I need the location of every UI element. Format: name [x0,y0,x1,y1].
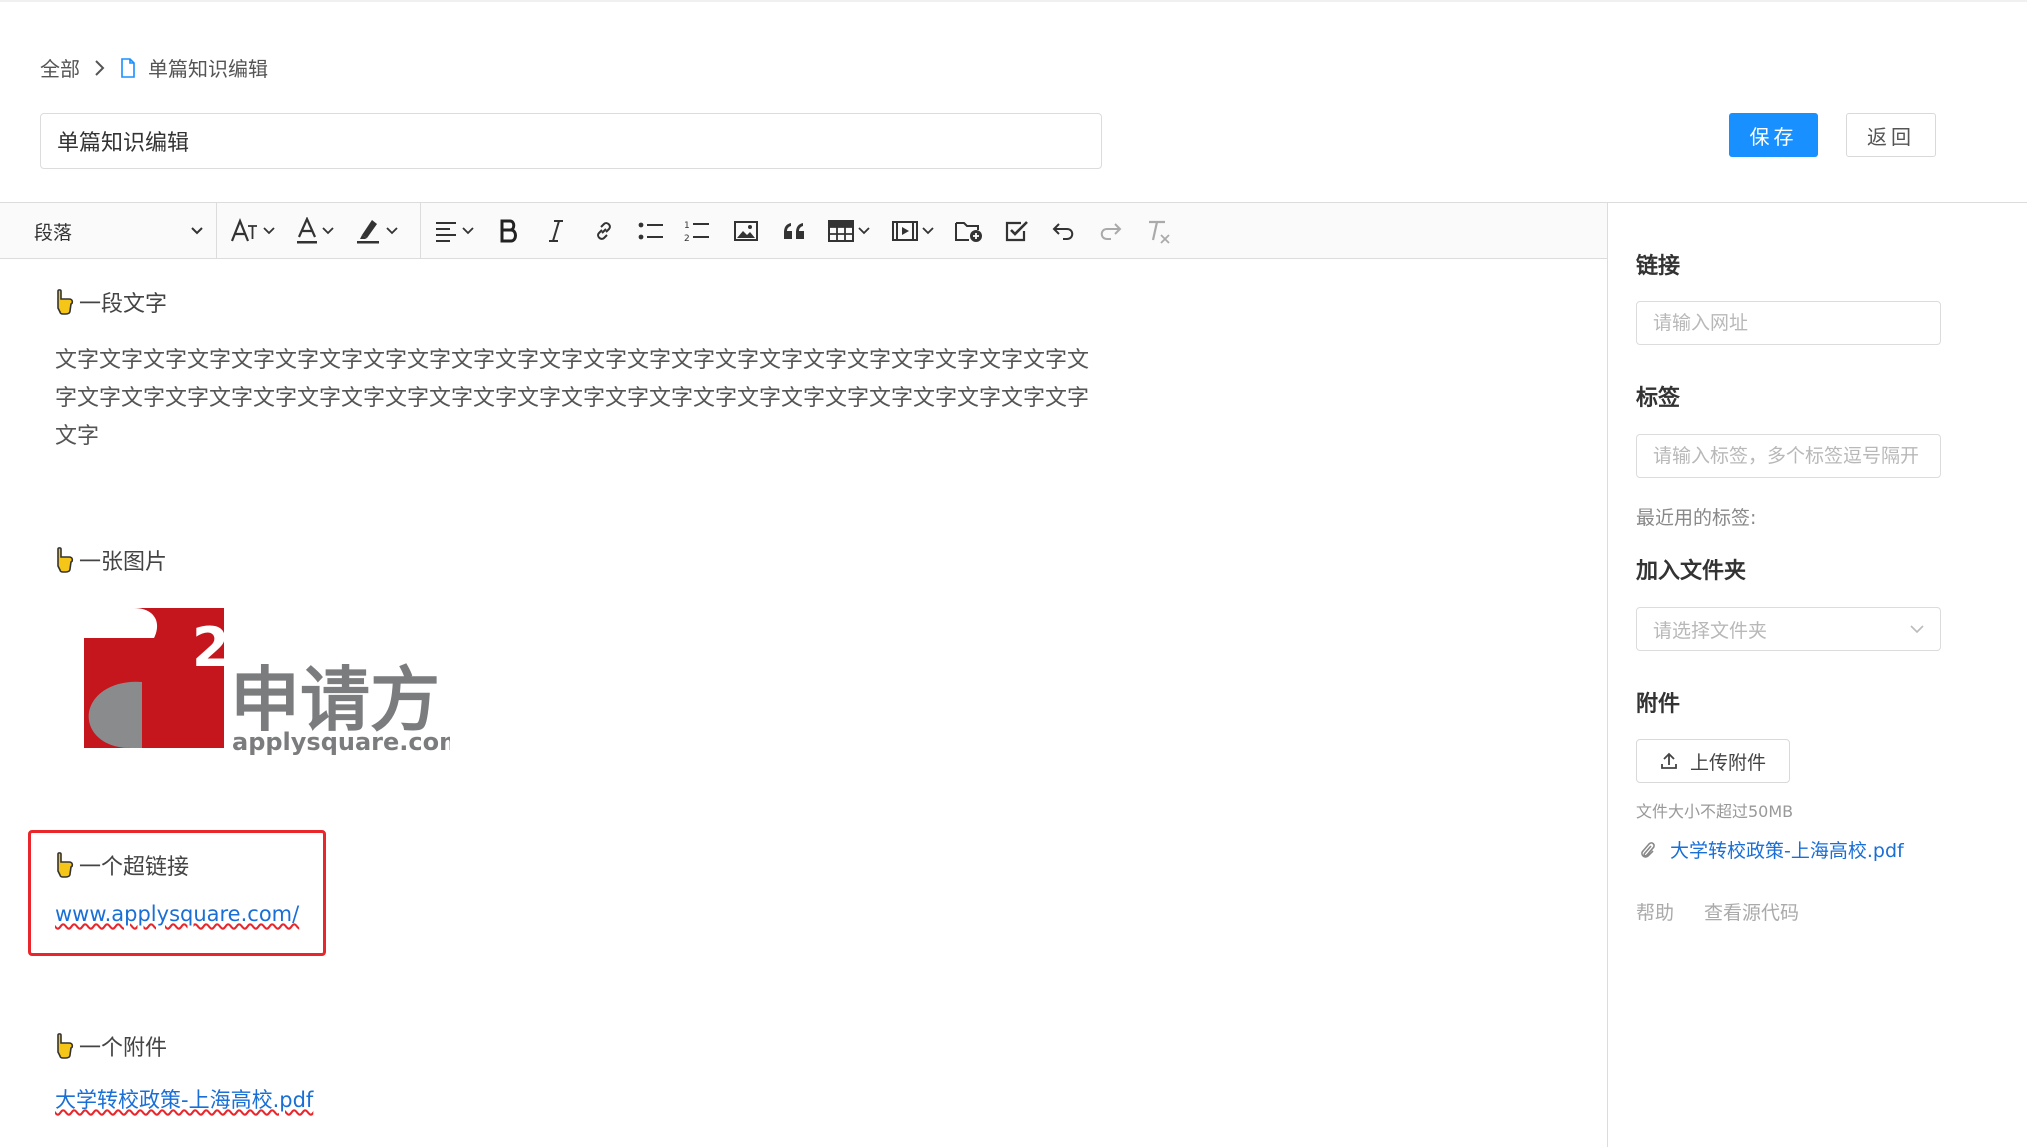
italic-icon [549,220,563,242]
attachment-label: 附件 [1636,692,1681,717]
title-input[interactable] [40,113,1102,169]
editor-content[interactable]: 一段文字 文字文字文字文字文字文字文字文字文字文字文字文字文字文字文字文字文字文… [0,258,1607,1147]
paragraph-format-label: 段落 [34,221,73,244]
paragraph-format-select[interactable]: 段落 [18,213,204,249]
chevron-right-icon [94,59,106,77]
attachment-file-name: 大学转校政策-上海高校.pdf [1670,840,1904,862]
svg-text:1: 1 [684,221,690,231]
attachment-file[interactable]: 大学转校政策-上海高校.pdf [1640,836,1904,863]
link-button[interactable] [592,215,616,247]
tags-label: 标签 [1636,386,1681,411]
upload-attachment-button[interactable]: 上传附件 [1636,739,1790,783]
numbered-list-icon: 12 [684,221,709,243]
folder-add-button[interactable] [954,215,984,247]
recent-tags-label: 最近用的标签: [1636,507,1757,529]
chevron-down-icon [922,227,934,235]
pointing-hand-icon [55,547,75,573]
highlight-button[interactable] [356,215,398,247]
svg-text:2: 2 [684,234,690,243]
checkbox-button[interactable] [1004,215,1030,247]
chevron-down-icon [322,227,334,235]
file-size-note: 文件大小不超过50MB [1636,802,1794,821]
chevron-down-icon [858,227,870,235]
chevron-down-icon [1910,624,1924,633]
section-title: 一个超链接 [79,855,190,880]
content-heading: 一段文字 [55,286,167,318]
video-button[interactable] [892,215,934,247]
bullet-list-icon [638,222,663,240]
pointing-hand-icon [55,1033,75,1059]
section-title: 一个附件 [79,1036,168,1061]
chevron-down-icon [263,227,275,235]
document-icon [120,57,136,78]
top-divider [0,0,2027,2]
redo-icon [1100,223,1122,240]
help-link[interactable]: 帮助 [1636,898,1674,925]
quote-icon [784,223,804,239]
font-size-icon [230,218,257,242]
pointing-hand-icon [55,289,75,315]
image-icon [734,221,758,241]
italic-button[interactable] [546,215,566,247]
font-color-button[interactable] [296,215,334,247]
section-title: 一张图片 [79,550,168,575]
breadcrumb-root[interactable]: 全部 [40,53,80,82]
paperclip-icon [1641,841,1655,858]
highlight-icon [357,220,379,244]
folder-select[interactable]: 请选择文件夹 [1636,607,1941,651]
bold-icon [500,219,517,243]
breadcrumb: 全部 单篇知识编辑 [40,53,268,82]
clear-format-icon [1149,220,1170,244]
view-source-link[interactable]: 查看源代码 [1704,898,1799,925]
content-heading: 一个附件 [55,1030,167,1062]
hyperlink[interactable]: www.applysquare.com/ [55,902,299,926]
content-heading: 一张图片 [55,544,167,576]
table-button[interactable] [828,215,870,247]
folder-select-placeholder: 请选择文件夹 [1653,619,1768,642]
quote-button[interactable] [782,215,806,247]
breadcrumb-current: 单篇知识编辑 [148,57,268,81]
sidebar-divider [1607,202,1608,1147]
undo-button[interactable] [1052,215,1076,247]
undo-icon [1052,223,1074,240]
upload-attachment-label: 上传附件 [1689,751,1766,774]
toolbar-separator [216,203,217,258]
folder-label: 加入文件夹 [1636,559,1747,584]
link-label: 链接 [1636,254,1681,279]
chevron-down-icon [462,227,474,235]
align-button[interactable] [434,215,474,247]
logo-superscript: 2 [192,616,230,679]
section-title: 一段文字 [79,292,168,317]
toolbar-separator [420,203,421,258]
link-icon [597,222,611,240]
folder-add-icon [955,222,982,242]
bullet-list-button[interactable] [638,215,664,247]
logo-image[interactable]: 2 申请方 applysquare.com [84,608,464,762]
align-icon [436,222,456,242]
save-button[interactable]: 保存 [1729,113,1818,157]
content-heading: 一个超链接 [55,849,189,881]
font-size-button[interactable] [229,215,275,247]
pointing-hand-icon [55,852,75,878]
sidebar-footer: 帮助 查看源代码 [1636,898,1829,925]
numbered-list-button[interactable]: 12 [684,215,710,247]
image-button[interactable] [734,215,758,247]
redo-button[interactable] [1098,215,1122,247]
back-button[interactable]: 返回 [1846,113,1936,157]
attachment-link[interactable]: 大学转校政策-上海高校.pdf [55,1084,313,1114]
link-input[interactable] [1636,301,1941,345]
tags-input[interactable] [1636,434,1941,478]
video-icon [892,221,918,241]
upload-icon [1661,752,1677,769]
chevron-down-icon [386,227,398,235]
chevron-down-icon [191,227,203,235]
font-color-icon [297,217,317,244]
checkbox-icon [1005,221,1028,242]
table-icon [828,220,854,242]
logo-domain: applysquare.com [232,728,450,756]
bold-button[interactable] [498,215,520,247]
editor-toolbar: 段落 12 [0,203,1607,259]
paragraph-text: 文字文字文字文字文字文字文字文字文字文字文字文字文字文字文字文字文字文字文字文字… [55,348,1090,449]
clear-format-button[interactable] [1146,215,1172,247]
